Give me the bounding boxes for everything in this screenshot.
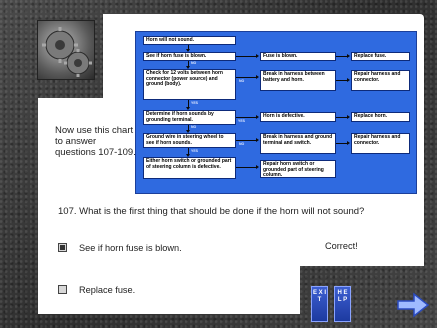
flow-arrow [236,165,259,169]
flow-box-break-battery: Break in harness between battery and hor… [260,70,336,91]
flow-box-repair-1: Repair harness and connector. [351,70,410,91]
answer-option-label: Replace fuse. [79,285,136,295]
flow-arrow [236,75,259,79]
flow-box-replace-horn: Replace horn. [351,112,410,122]
flow-label-no: NO [239,79,245,83]
flow-arrow [336,54,350,58]
flow-box-replace-fuse: Replace fuse. [351,52,410,61]
flow-box-fuse-blown: Fuse is blown. [260,52,336,61]
flow-arrow [236,54,259,58]
feedback-text: Correct! [325,241,358,251]
flow-box-ground-wire: Ground wire in steering wheel to see if … [143,133,236,148]
flow-box-start: Horn will not sound. [143,36,236,45]
flow-box-either: Either horn switch or grounded part of s… [143,157,236,179]
flow-arrow [186,148,190,157]
answer-option-2[interactable]: Replace fuse. [58,285,135,295]
flow-arrow [186,61,190,69]
flow-label-no: NO [239,142,245,146]
horn-diagnosis-flowchart: Horn will not sound. See if horn fuse is… [135,31,417,194]
instructions-text: Now use this chart to answer questions 1… [55,125,136,158]
flow-arrow [336,141,350,145]
flow-arrow [236,138,259,142]
exit-button[interactable]: E X I T [311,286,328,322]
flow-arrow [336,115,350,119]
gears-icon [37,20,95,80]
checkbox-checked[interactable] [58,243,67,252]
flow-label-yes: YES [191,101,199,105]
flow-box-determine: Determine if horn sounds by grounding te… [143,110,236,125]
answer-option-label: See if horn fuse is blown. [79,243,182,253]
flow-box-check-12v: Check for 12 volts between horn connecto… [143,69,236,100]
flow-box-horn-defective: Horn is defective. [260,112,336,122]
flow-label-yes: YES [191,149,199,153]
flow-label-no: NO [191,61,197,65]
arrow-right-icon[interactable] [396,292,430,318]
flow-label-yes: YES [238,119,246,123]
flow-box-repair-switch: Repair horn switch or grounded part of s… [260,160,336,178]
question-text: 107. What is the first thing that should… [58,206,365,217]
help-button[interactable]: H E L P [334,286,351,322]
answer-option-1[interactable]: See if horn fuse is blown. [58,243,182,253]
flow-arrow [186,100,190,110]
flow-arrow [186,125,190,133]
flow-box-break-ground: Break in harness and ground terminal and… [260,133,336,154]
flow-arrow [336,78,350,82]
flow-label-no: NO [191,125,197,129]
flow-box-repair-2: Repair harness and connector. [351,133,410,154]
flow-arrow [186,45,190,52]
checkbox-unchecked[interactable] [58,285,67,294]
flow-box-check-fuse: See if horn fuse is blown. [143,52,236,61]
flow-arrow [236,115,259,119]
